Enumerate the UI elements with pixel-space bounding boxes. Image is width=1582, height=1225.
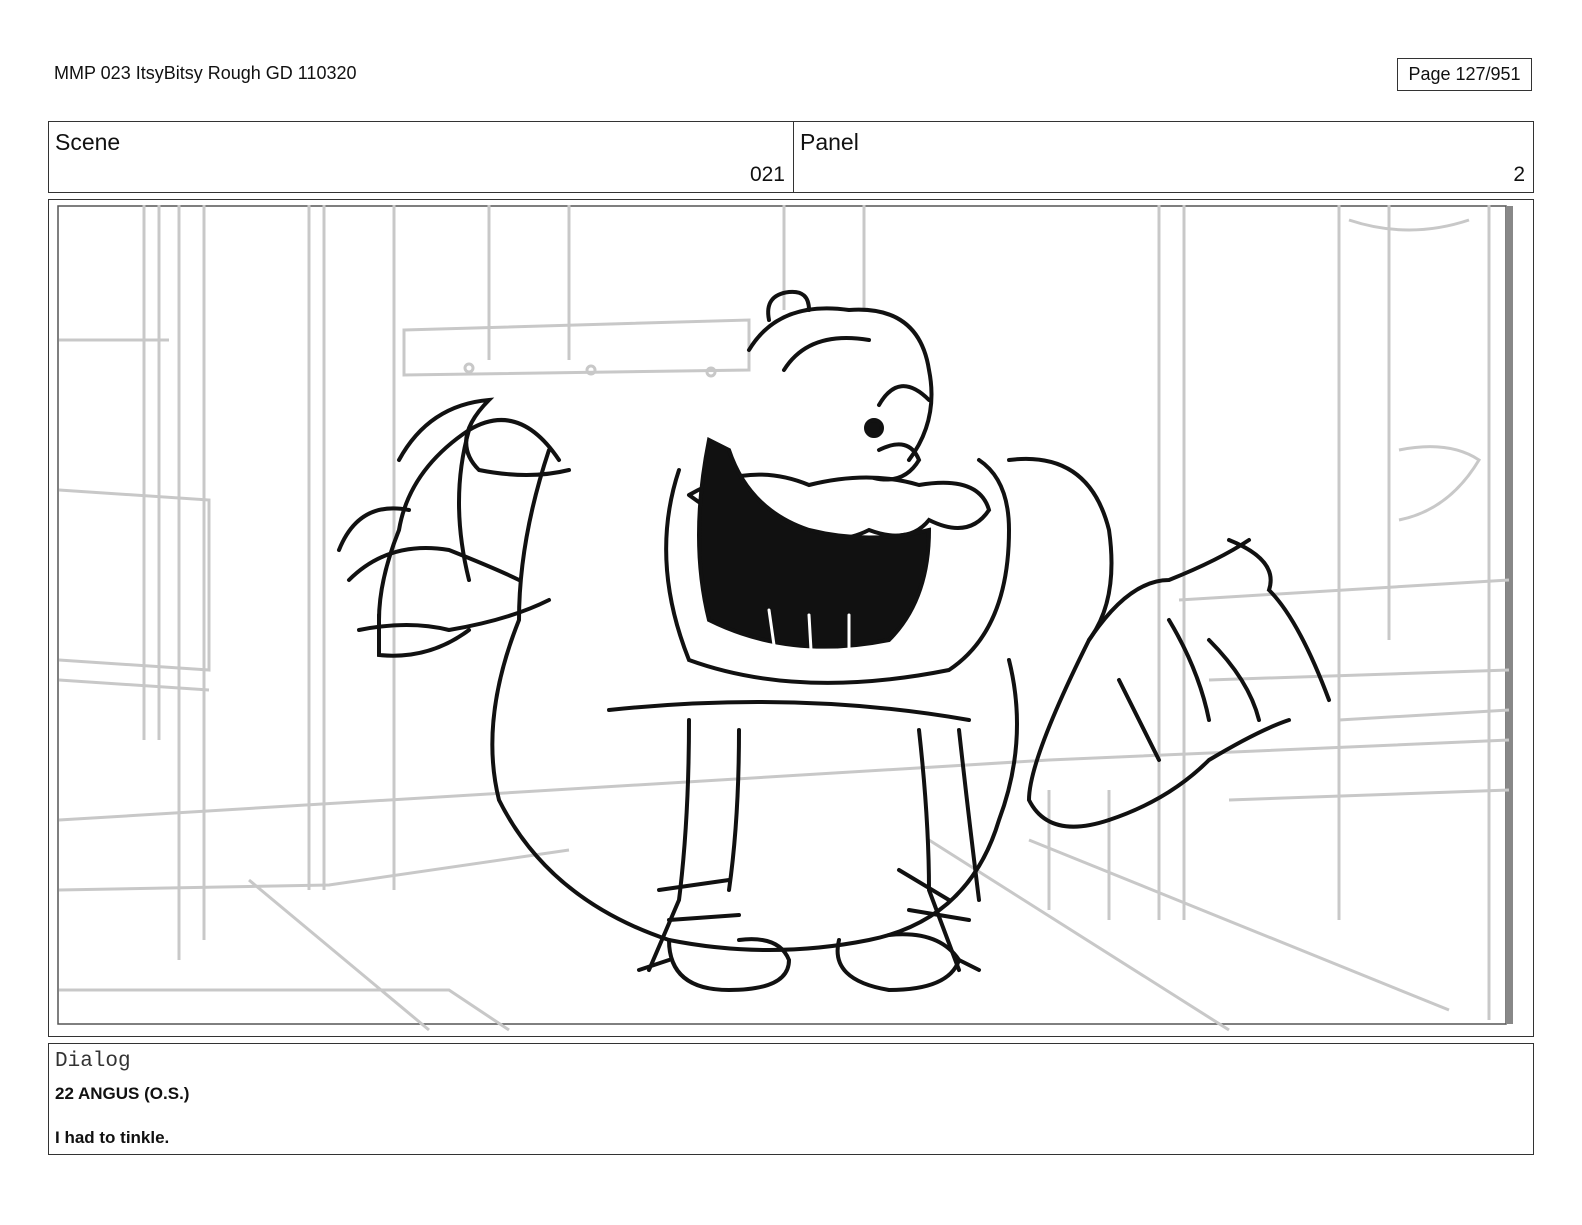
dialog-speaker: 22 ANGUS (O.S.): [55, 1084, 190, 1103]
panel-label: Panel: [800, 129, 859, 155]
panel-cell: Panel 2: [794, 122, 1533, 192]
page-number-box: Page 127/951: [1397, 58, 1532, 91]
storyboard-frame: [48, 199, 1534, 1037]
scene-panel-info-row: Scene 021 Panel 2: [48, 121, 1534, 193]
panel-value: 2: [1513, 163, 1525, 186]
scene-cell: Scene 021: [49, 122, 794, 192]
storyboard-sketch-icon: [57, 205, 1513, 1032]
character-sketch: [337, 289, 1331, 993]
dialog-box: Dialog 22 ANGUS (O.S.) I had to tinkle.: [48, 1043, 1534, 1155]
page-number: Page 127/951: [1408, 64, 1521, 84]
scene-value: 021: [749, 163, 785, 186]
dialog-line: I had to tinkle.: [55, 1128, 170, 1147]
dialog-label: Dialog: [55, 1050, 131, 1073]
scene-label: Scene: [55, 129, 121, 155]
document-title: MMP 023 ItsyBitsy Rough GD 110320: [54, 63, 357, 83]
